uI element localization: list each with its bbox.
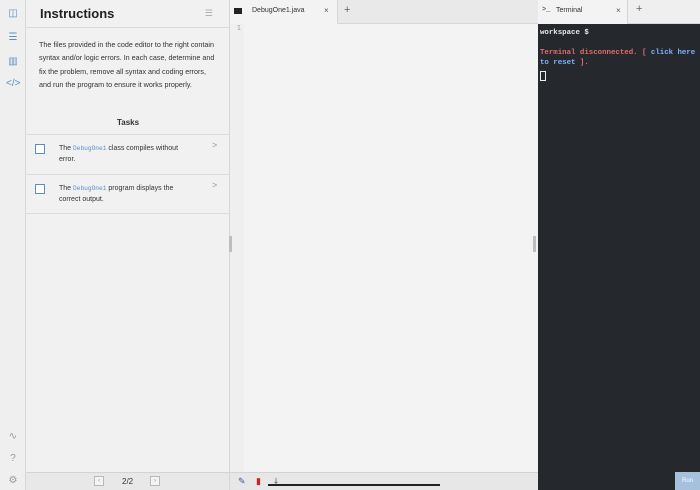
task-text: The DebugOne1 class compiles without err… (59, 145, 179, 163)
add-tab-icon[interactable]: + (344, 4, 350, 16)
next-page-button[interactable]: › (150, 476, 160, 486)
help-icon[interactable]: ? (6, 452, 20, 466)
close-icon[interactable]: × (616, 6, 621, 15)
terminal-cursor (540, 71, 546, 81)
task-checkbox[interactable] (35, 144, 45, 154)
code-editor: DebugOne1.java × + 1 ✎ ▮ ⤓ (230, 0, 538, 490)
tasks-title: Tasks (116, 118, 140, 127)
terminal-prompt: workspace $ (540, 29, 589, 37)
instructions-header: Instructions ☰ (26, 0, 229, 28)
run-button[interactable]: Run (675, 472, 700, 490)
editor-tab[interactable]: DebugOne1.java × (230, 0, 338, 24)
chevron-right-icon[interactable]: > (212, 140, 217, 150)
task-checkbox[interactable] (35, 184, 45, 194)
prev-page-button[interactable]: ‹ (94, 476, 104, 486)
terminal-panel: >_ Terminal × + workspace $ Terminal dis… (538, 0, 700, 490)
terminal-tab-label: Terminal (556, 7, 583, 14)
page-indicator: 2/2 (122, 477, 134, 486)
terminal-output[interactable]: workspace $ Terminal disconnected. [ cli… (540, 28, 698, 81)
chevron-right-icon[interactable]: > (212, 180, 217, 190)
line-gutter (230, 24, 244, 472)
add-terminal-icon[interactable]: + (636, 3, 642, 15)
task-item[interactable]: The DebugOne1 class compiles without err… (26, 134, 230, 174)
editor-tabbar: DebugOne1.java × + (230, 0, 538, 24)
task-item[interactable]: The DebugOne1 program displays the corre… (26, 174, 230, 214)
splitter-right[interactable] (533, 236, 536, 252)
wave-icon[interactable]: ∿ (6, 430, 20, 444)
terminal-tabbar: >_ Terminal × + (538, 0, 700, 24)
list-icon[interactable]: ☰ (6, 31, 20, 45)
instructions-title: Instructions (40, 6, 115, 21)
line-number: 1 (237, 25, 241, 32)
editor-tab-label: DebugOne1.java (252, 7, 305, 14)
terminal-icon: >_ (542, 6, 551, 14)
pencil-icon[interactable]: ✎ (238, 476, 246, 487)
left-rail: ◫ ☰ ▥ </> ∿ ? ⚙ (0, 0, 26, 490)
instructions-panel: Instructions ☰ The files provided in the… (26, 0, 230, 472)
app-root: ◫ ☰ ▥ </> ∿ ? ⚙ Instructions ☰ The files… (0, 0, 700, 490)
trash-icon[interactable]: ▮ (256, 476, 261, 487)
menu-icon[interactable]: ☰ (205, 8, 213, 19)
editor-footer: ✎ ▮ ⤓ (230, 472, 538, 490)
book-icon[interactable]: ◫ (6, 7, 20, 21)
terminal-tab[interactable]: >_ Terminal × (538, 0, 628, 24)
file-icon (234, 8, 242, 14)
horizontal-scrollbar[interactable] (268, 484, 440, 486)
splitter-left[interactable] (229, 236, 232, 252)
settings-icon[interactable]: ⚙ (6, 474, 20, 488)
chart-icon[interactable]: ▥ (6, 55, 20, 69)
instructions-footer: ‹ 2/2 › (26, 472, 230, 490)
code-icon[interactable]: </> (6, 77, 20, 91)
close-icon[interactable]: × (324, 6, 329, 15)
instructions-body: The files provided in the code editor to… (39, 40, 215, 90)
terminal-message: Terminal disconnected. [ click here to r… (540, 49, 696, 67)
task-text: The DebugOne1 program displays the corre… (59, 185, 174, 203)
